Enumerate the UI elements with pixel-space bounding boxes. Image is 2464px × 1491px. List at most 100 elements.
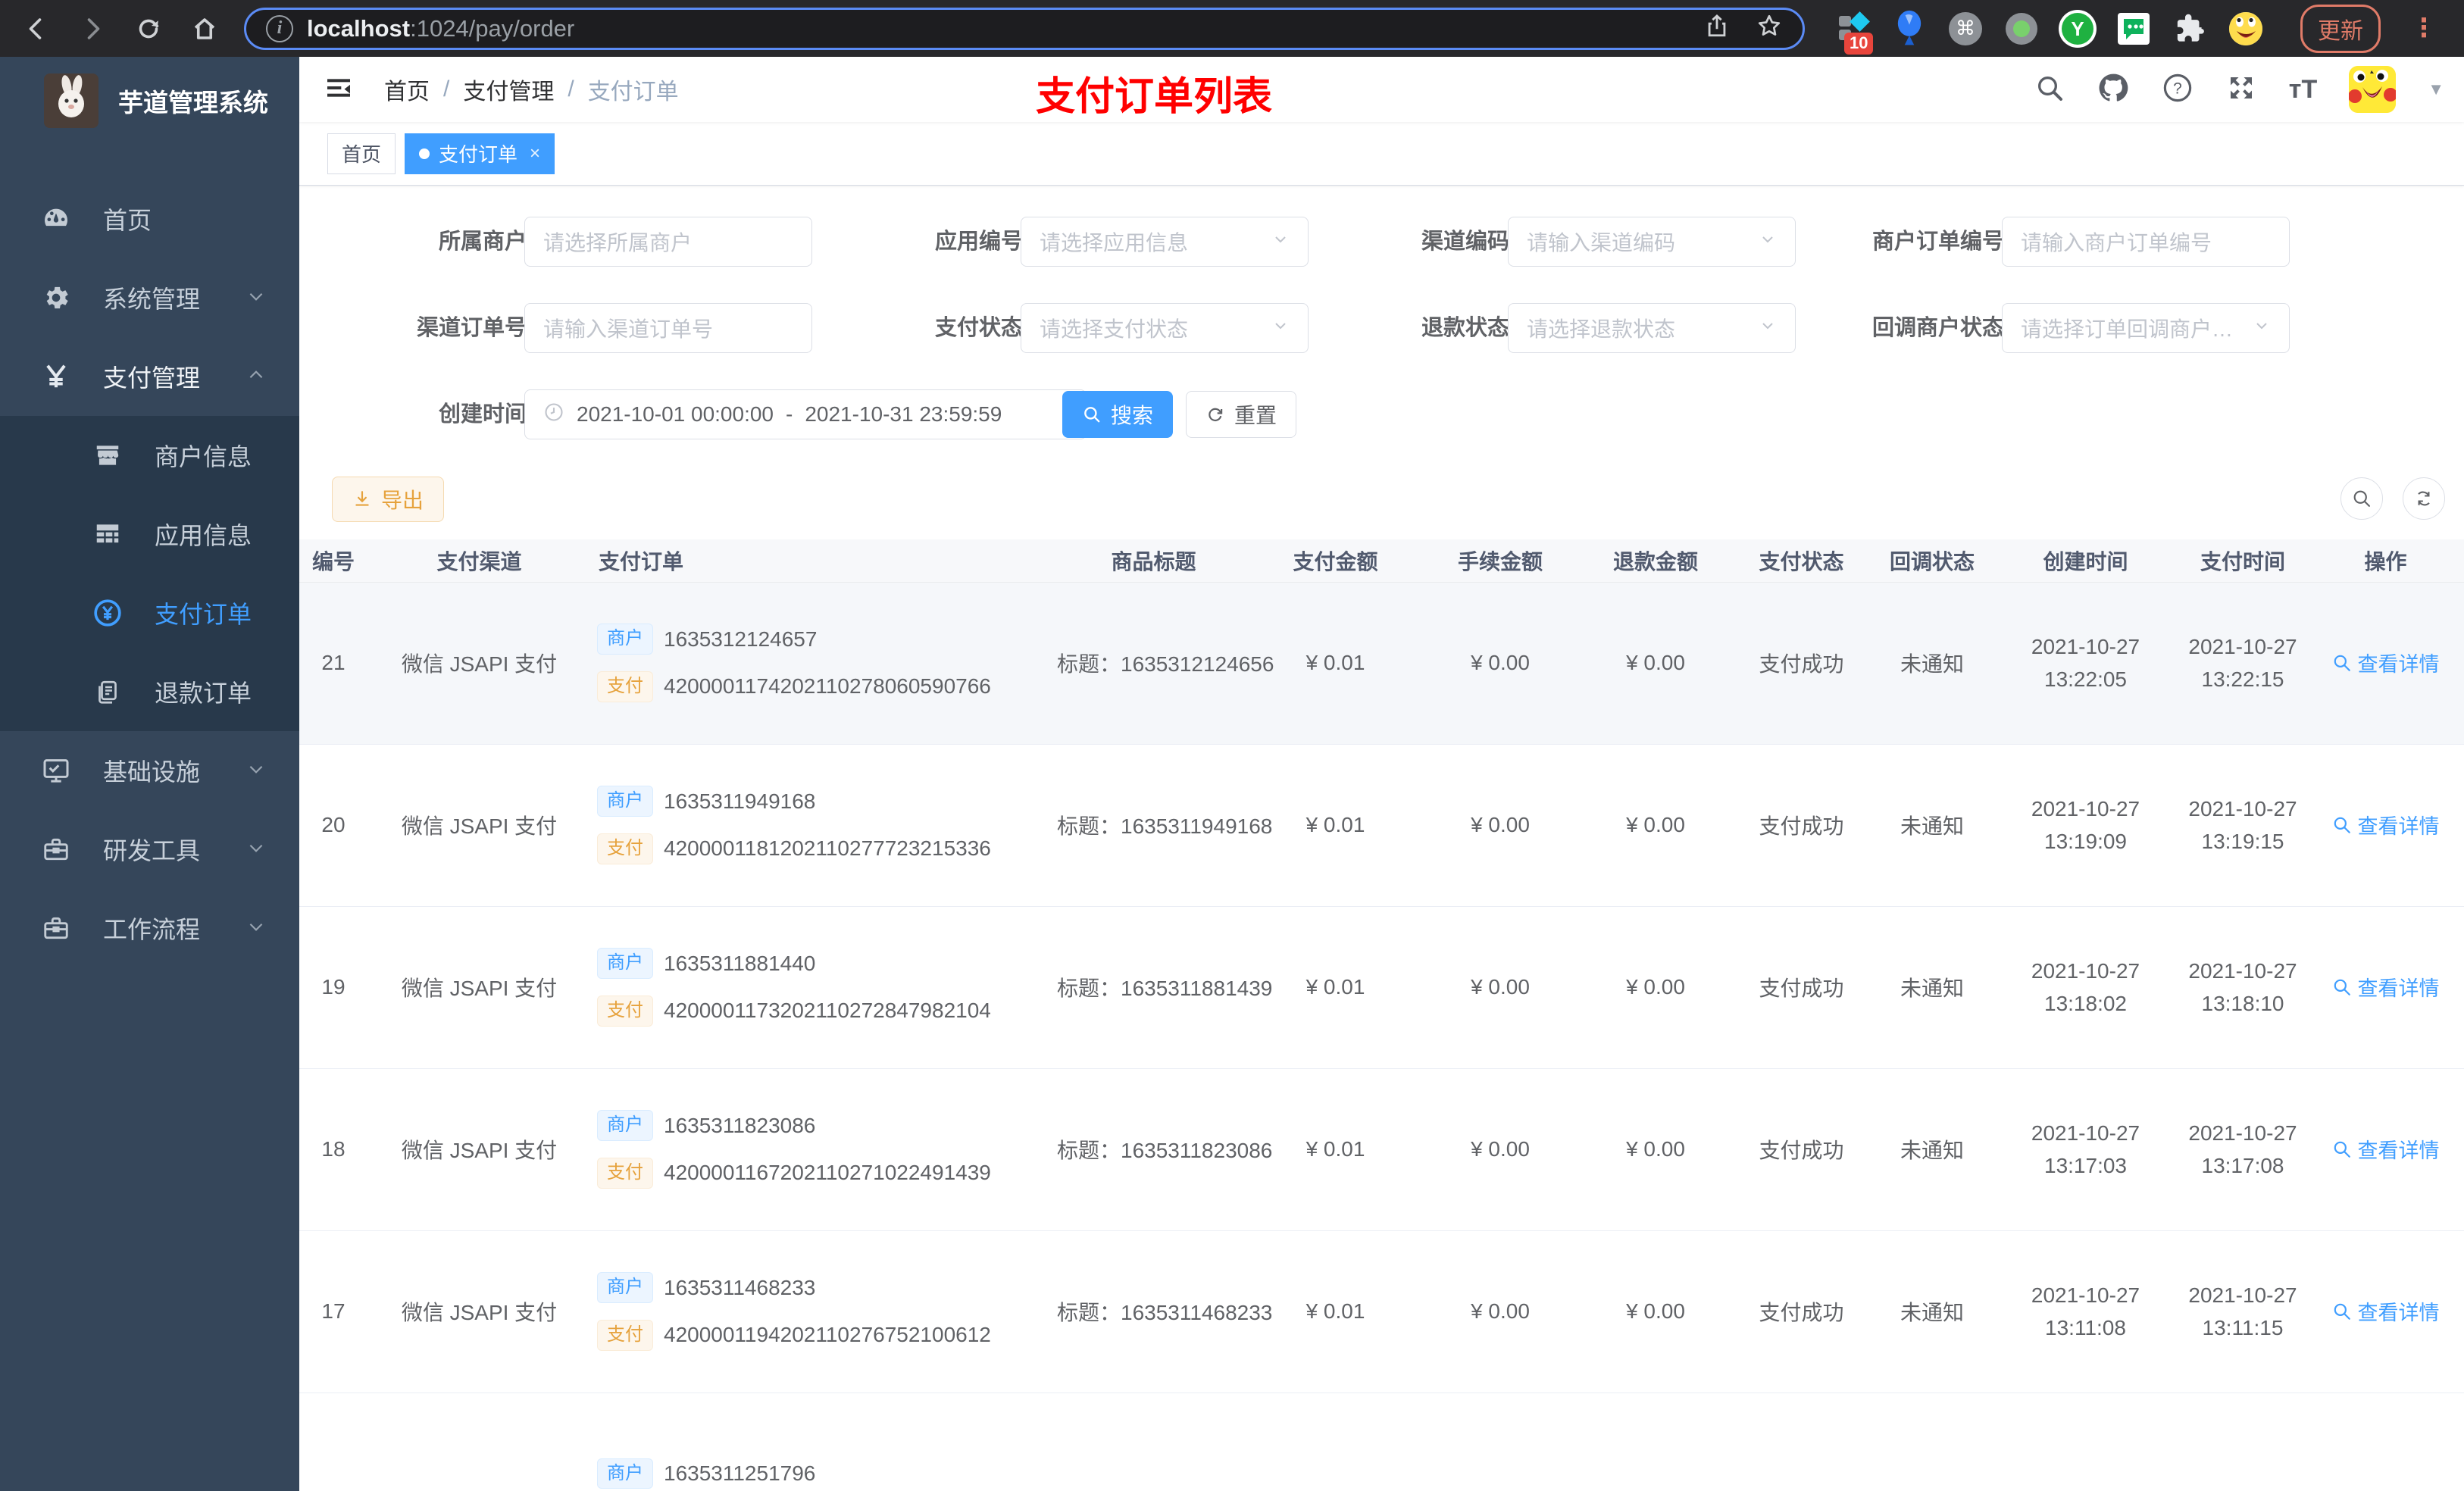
create-time-cell: 2021-10-27 13:19:09 (1993, 744, 2178, 907)
user-avatar[interactable] (2349, 66, 2397, 113)
reset-button[interactable]: 重置 (1186, 391, 1296, 438)
actions-cell: 查看详情 (2307, 582, 2464, 745)
channel-order-no-input[interactable]: 请输入渠道订单号 (524, 303, 812, 353)
view-detail-link[interactable]: 查看详情 (2332, 972, 2440, 1002)
sidebar-item-workflow[interactable]: 工作流程 (0, 889, 299, 967)
callback-status-select[interactable]: 请选择订单回调商户状态 (2002, 303, 2290, 353)
extension-y-icon[interactable]: Y (2058, 9, 2097, 48)
view-detail-link[interactable]: 查看详情 (2332, 1134, 2440, 1164)
grid-icon (91, 520, 124, 549)
col-pay-order: 支付订单 (591, 539, 1057, 583)
navbar-actions: ? ᴛT ▼ (2034, 57, 2444, 122)
create-time-range-input[interactable]: 2021-10-01 00:00:00 - 2021-10-31 23:59:5… (524, 389, 1087, 439)
sidebar-item-refund-order[interactable]: 退款订单 (0, 652, 299, 731)
font-size-icon[interactable]: ᴛT (2289, 75, 2317, 105)
actions-cell (2307, 1393, 2464, 1491)
sidebar-item-label: 退款订单 (155, 680, 252, 707)
extensions-puzzle-icon[interactable] (2170, 9, 2209, 48)
avatar-caret-icon[interactable]: ▼ (2428, 80, 2444, 99)
breadcrumb: 首页 / 支付管理 / 支付订单 (384, 73, 679, 106)
pay-status-select[interactable]: 请选择支付状态 (1021, 303, 1309, 353)
sidebar-item-merchant-info[interactable]: 商户信息 (0, 416, 299, 495)
pay-channel-cell: 微信 JSAPI 支付 (367, 582, 591, 745)
pay-amount-cell: ¥ 0.01 (1250, 1068, 1421, 1231)
channel-code-select[interactable]: 请输入渠道编码 (1508, 217, 1796, 267)
address-bar[interactable]: i localhost:1024/pay/order (244, 7, 1805, 50)
github-icon[interactable] (2097, 71, 2130, 108)
yen-icon (39, 362, 73, 391)
pay-order-cell: 商户 1635311881440 支付 42000011732021102728479… (591, 906, 1057, 1069)
view-detail-link[interactable]: 查看详情 (2332, 1296, 2440, 1326)
pay-status-cell: 支付成功 (1731, 744, 1871, 907)
refresh-table-button[interactable] (2403, 477, 2445, 520)
chevron-down-icon (246, 914, 266, 942)
share-icon[interactable] (1704, 13, 1730, 45)
extension-command-icon[interactable]: ⌘ (1946, 9, 1985, 48)
help-icon[interactable]: ? (2162, 72, 2194, 108)
pay-status-cell: 支付成功 (1731, 1068, 1871, 1231)
extension-diamond-icon[interactable]: 10 (1834, 9, 1874, 55)
browser-update-button[interactable]: 更新 (2300, 4, 2381, 53)
sidebar-item-home[interactable]: 首页 (0, 180, 299, 258)
product-title-cell: 标题：1635311468233 (1057, 1230, 1272, 1393)
date-separator: - (786, 402, 793, 426)
product-title-cell: 标题：1635311949168 (1057, 744, 1272, 907)
view-detail-link[interactable]: 查看详情 (2332, 810, 2440, 839)
col-id: 编号 (299, 539, 367, 583)
browser-forward-icon[interactable] (76, 12, 109, 45)
filter-label-channel-code: 渠道编码 (1421, 230, 1509, 254)
pay-order-cell: 商户 1635311468233 支付 42000011942021102767521… (591, 1230, 1057, 1393)
sidebar-item-payment[interactable]: 支付管理 (0, 337, 299, 416)
merchant-order-no-input[interactable]: 请输入商户订单编号 (2002, 217, 2290, 267)
breadcrumb-home[interactable]: 首页 (384, 73, 430, 106)
browser-reload-icon[interactable] (132, 12, 165, 45)
merchant-order-number: 1635311949168 (664, 789, 816, 813)
view-detail-link[interactable]: 查看详情 (2332, 648, 2440, 677)
toggle-search-button[interactable] (2340, 477, 2383, 520)
pay-amount-cell: ¥ 0.01 (1250, 582, 1421, 745)
browser-menu-icon[interactable]: ⋮ (2411, 15, 2437, 42)
sidebar-item-app-info[interactable]: 应用信息 (0, 495, 299, 574)
refund-amount-cell: ¥ 0.00 (1580, 1068, 1731, 1231)
tab-home[interactable]: 首页 (327, 133, 396, 174)
bookmark-star-icon[interactable] (1756, 12, 1783, 45)
product-title-cell: 标题：1635312124656 (1057, 582, 1274, 745)
create-time-cell: 2021-10-27 13:17:03 (1993, 1068, 2178, 1231)
site-info-icon[interactable]: i (266, 14, 293, 42)
app-logo-row[interactable]: 芋道管理系统 (0, 57, 299, 145)
search-button[interactable]: 搜索 (1062, 391, 1173, 438)
browser-home-icon[interactable] (188, 12, 221, 45)
merchant-order-number: 1635311251796 (664, 1461, 816, 1485)
sidebar-item-dev-tools[interactable]: 研发工具 (0, 810, 299, 889)
app-id-select[interactable]: 请选择应用信息 (1021, 217, 1309, 267)
sidebar-collapse-icon[interactable] (324, 73, 354, 107)
sidebar-item-infrastructure[interactable]: 基础设施 (0, 731, 299, 810)
breadcrumb-pay-management[interactable]: 支付管理 (463, 73, 554, 106)
refund-status-select[interactable]: 请选择退款状态 (1508, 303, 1796, 353)
owner-merchant-input[interactable]: 请选择所属商户 (524, 217, 812, 267)
filter-label-app-id: 应用编号 (934, 230, 1023, 254)
sidebar-item-pay-order[interactable]: 支付订单 (0, 574, 299, 652)
pay-tag: 支付 (597, 996, 653, 1027)
pay-amount-cell (1250, 1393, 1421, 1491)
browser-back-icon[interactable] (20, 12, 53, 45)
tab-pay-order[interactable]: 支付订单 × (405, 133, 555, 174)
channel-pay-number: 4200001167202110271022491439 (664, 1161, 991, 1185)
pay-tag: 支付 (597, 671, 653, 702)
extension-chat-icon[interactable] (2114, 9, 2153, 48)
sidebar-item-label: 基础设施 (103, 758, 201, 786)
close-tab-icon[interactable]: × (530, 143, 540, 164)
pay-channel-cell (367, 1393, 591, 1491)
header-search-icon[interactable] (2034, 73, 2065, 107)
order-id-cell: 21 (299, 582, 367, 745)
fullscreen-icon[interactable] (2225, 72, 2257, 108)
pay-amount-cell: ¥ 0.01 (1250, 1230, 1421, 1393)
sidebar-item-system[interactable]: 系统管理 (0, 258, 299, 337)
extension-record-icon[interactable] (2002, 9, 2041, 48)
export-button[interactable]: 导出 (332, 477, 444, 522)
extension-balloon-icon[interactable] (1890, 9, 1929, 48)
merchant-order-number: 1635312124657 (664, 627, 818, 651)
pay-status-cell (1731, 1393, 1871, 1491)
sidebar-item-label: 工作流程 (103, 916, 201, 943)
extension-emoji-icon[interactable] (2226, 9, 2265, 48)
